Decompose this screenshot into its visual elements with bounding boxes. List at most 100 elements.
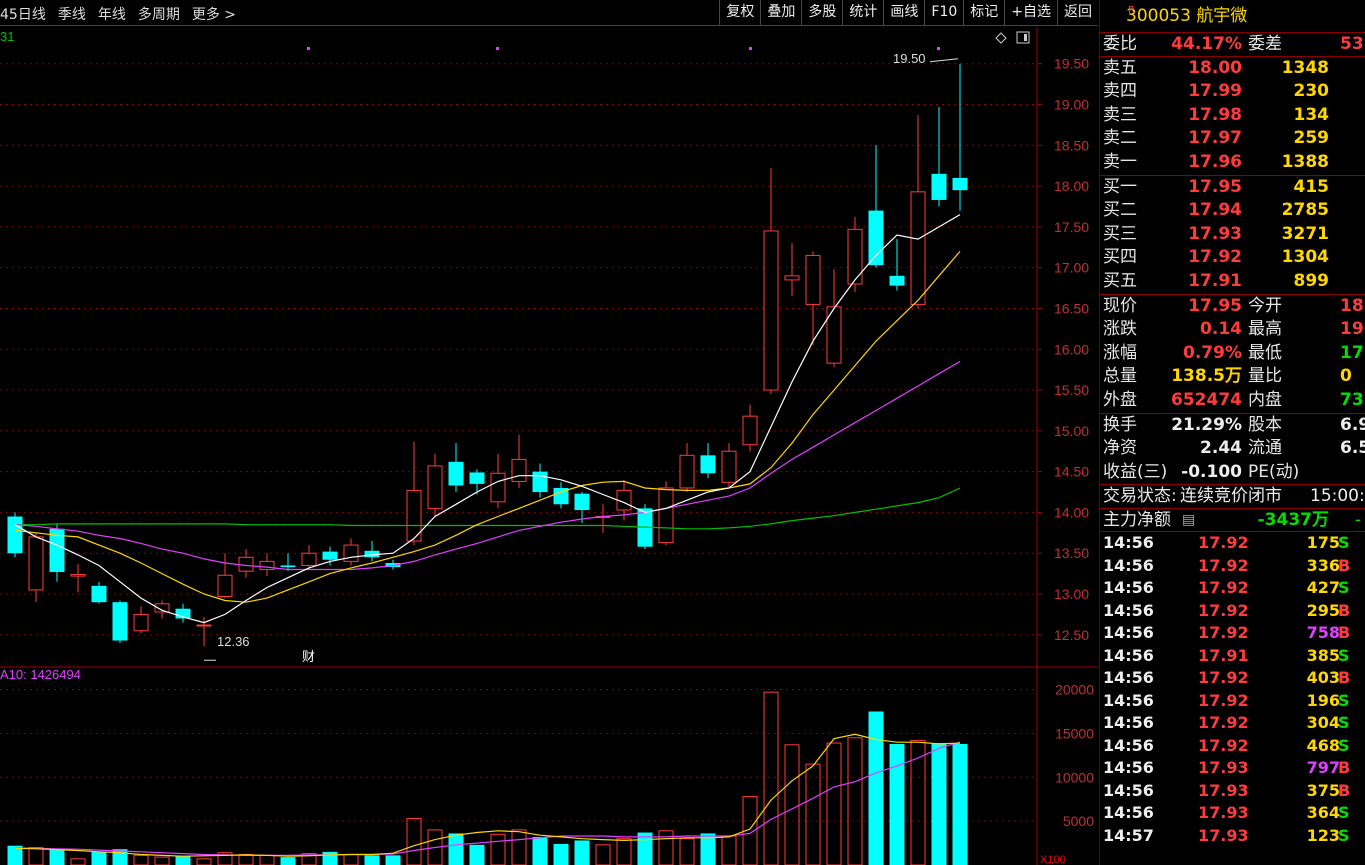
main-flow-value: -3437万 [1257, 509, 1329, 530]
stat-value-2: 6.51 [1340, 438, 1365, 459]
sell-level-row[interactable]: 卖二 17.97 259 [1100, 127, 1365, 151]
candle-body [910, 191, 926, 305]
volume-bars [7, 691, 968, 865]
volume-bar [595, 844, 611, 865]
list-icon[interactable]: ▤ [1182, 509, 1195, 533]
multi-stock-button[interactable]: 多股 [801, 0, 842, 26]
buy-level-row[interactable]: 买三 17.93 3271 [1100, 223, 1365, 247]
kline-chart-area[interactable]: 19.50 19.00 18.50 18.00 17.50 17.00 16.50 16.00… [0, 27, 1098, 865]
tick-volume: 385 [1306, 645, 1340, 665]
tick-price: 17.92 [1198, 713, 1249, 733]
candle-body [343, 544, 359, 562]
fuquan-button[interactable]: 复权 [719, 0, 760, 26]
tick-time: 14:56 [1103, 668, 1154, 688]
stat-label: 净资 [1103, 438, 1137, 459]
f10-button[interactable]: F10 [924, 0, 963, 26]
financial-report-icon[interactable]: 财 [302, 649, 315, 664]
price-tick-label: 16.50 [1054, 300, 1089, 316]
sell-level-row[interactable]: 卖四 17.99 230 [1100, 80, 1365, 104]
volume-bar [154, 856, 170, 865]
volume-bar [280, 857, 296, 865]
tick-price: 17.92 [1198, 555, 1249, 575]
buy-level-row[interactable]: 买二 17.94 2785 [1100, 199, 1365, 223]
buy-level-row[interactable]: 买五 17.91 899 [1100, 270, 1365, 294]
price-tick-label: 13.00 [1054, 586, 1089, 602]
candle-body [679, 454, 695, 489]
toolbar-actions: 复权 叠加 多股 统计 画线 F10 标记 +自选 返回 [719, 0, 1098, 26]
period-selector: 45日线 季线 年线 多周期 更多 > [0, 4, 248, 24]
volume-bar [175, 856, 191, 865]
sell-level-label: 卖五 [1103, 57, 1137, 78]
add-watchlist-button[interactable]: +自选 [1004, 0, 1057, 26]
candle-body [448, 461, 464, 486]
overlay-button[interactable]: 叠加 [760, 0, 801, 26]
trade-status-row: 交易状态: 连续竞价闭市 15:00: [1100, 485, 1365, 509]
period-45d[interactable]: 45日线 [0, 7, 46, 23]
volume-bar [763, 691, 779, 865]
candle-body [889, 275, 905, 286]
stats-button[interactable]: 统计 [842, 0, 883, 26]
mark-button[interactable]: 标记 [963, 0, 1004, 26]
tick-row: 14:56 17.91 385 S [1100, 645, 1365, 668]
tick-price: 17.93 [1198, 803, 1249, 823]
tick-price: 17.92 [1198, 735, 1249, 755]
main-flow-row[interactable]: 主力净额 ▤ -3437万 - [1100, 509, 1365, 533]
tick-time: 14:56 [1103, 600, 1154, 620]
volume-bar [259, 854, 275, 865]
high-price-marker: 19.50 [893, 51, 926, 66]
candle-body [7, 516, 23, 554]
stat-value-2: 0 [1340, 366, 1352, 387]
stat-label: 现价 [1103, 295, 1137, 316]
tick-price: 17.92 [1198, 623, 1249, 643]
window-toggle-icon[interactable] [1016, 31, 1030, 44]
period-year[interactable]: 年线 [98, 7, 126, 23]
stat-label-2: 内盘 [1248, 389, 1282, 410]
more-menu[interactable]: 更多 > [192, 7, 236, 23]
price-tick-label: 19.50 [1054, 56, 1089, 72]
chart-toolbar: 45日线 季线 年线 多周期 更多 > 复权 叠加 多股 统计 画线 F10 标记 +自… [0, 0, 1098, 26]
sell-level-row[interactable]: 卖三 17.98 134 [1100, 104, 1365, 128]
ma20-line [14, 360, 961, 571]
stat-value: 21.29% [1171, 414, 1242, 435]
sell-orderbook: 卖五 18.00 1348 卖四 17.99 230 卖三 17.98 134 卖二 17.97 25… [1100, 57, 1365, 176]
buy-level-price: 17.91 [1188, 270, 1242, 291]
sell-level-price: 17.98 [1188, 104, 1242, 125]
candle-body [952, 177, 968, 191]
buy-level-row[interactable]: 买一 17.95 415 [1100, 176, 1365, 200]
buy-level-volume: 415 [1293, 176, 1330, 197]
draw-line-button[interactable]: 画线 [883, 0, 924, 26]
volume-bar [133, 854, 149, 865]
volume-bar [889, 743, 905, 865]
volume-unit-label: X100 [1040, 854, 1066, 865]
volume-bar [385, 855, 401, 865]
back-button[interactable]: 返回 [1057, 0, 1098, 26]
volume-axis: 20000 15000 10000 5000 [1055, 682, 1094, 830]
stock-code: 300053 [1126, 6, 1191, 26]
candle-body [784, 275, 800, 281]
diamond-icon[interactable] [995, 32, 1007, 44]
kline-chart-svg[interactable]: 19.50 19.00 18.50 18.00 17.50 17.00 16.50 16.00… [0, 27, 1098, 865]
sell-level-row[interactable]: 卖五 18.00 1348 [1100, 57, 1365, 81]
tick-direction: B [1338, 623, 1351, 643]
event-dot [307, 47, 310, 50]
volume-tick-label: 10000 [1055, 769, 1094, 785]
stat-value-2: 17 [1340, 342, 1364, 363]
period-multi[interactable]: 多周期 [138, 7, 180, 23]
volume-bar [343, 853, 359, 865]
tick-row: 14:56 17.93 375 B [1100, 780, 1365, 803]
tick-list[interactable]: 14:56 17.92 175 S 14:56 17.92 336 B 14:56 17.92 42… [1100, 532, 1365, 847]
buy-level-volume: 3271 [1281, 223, 1329, 244]
tick-price: 17.92 [1198, 578, 1249, 598]
sell-level-row[interactable]: 卖一 17.96 1388 [1100, 151, 1365, 175]
volume-bar [238, 853, 254, 865]
buy-level-label: 买四 [1103, 247, 1137, 268]
buy-level-row[interactable]: 买四 17.92 1304 [1100, 246, 1365, 270]
sell-level-price: 18.00 [1188, 57, 1242, 78]
buy-level-price: 17.92 [1188, 247, 1242, 268]
tick-time: 14:57 [1103, 825, 1154, 845]
tick-price: 17.92 [1198, 668, 1249, 688]
ma-legend-label: 31 [0, 29, 14, 44]
period-season[interactable]: 季线 [58, 7, 86, 23]
tick-time: 14:56 [1103, 645, 1154, 665]
stat-label-2: 量比 [1248, 366, 1282, 387]
